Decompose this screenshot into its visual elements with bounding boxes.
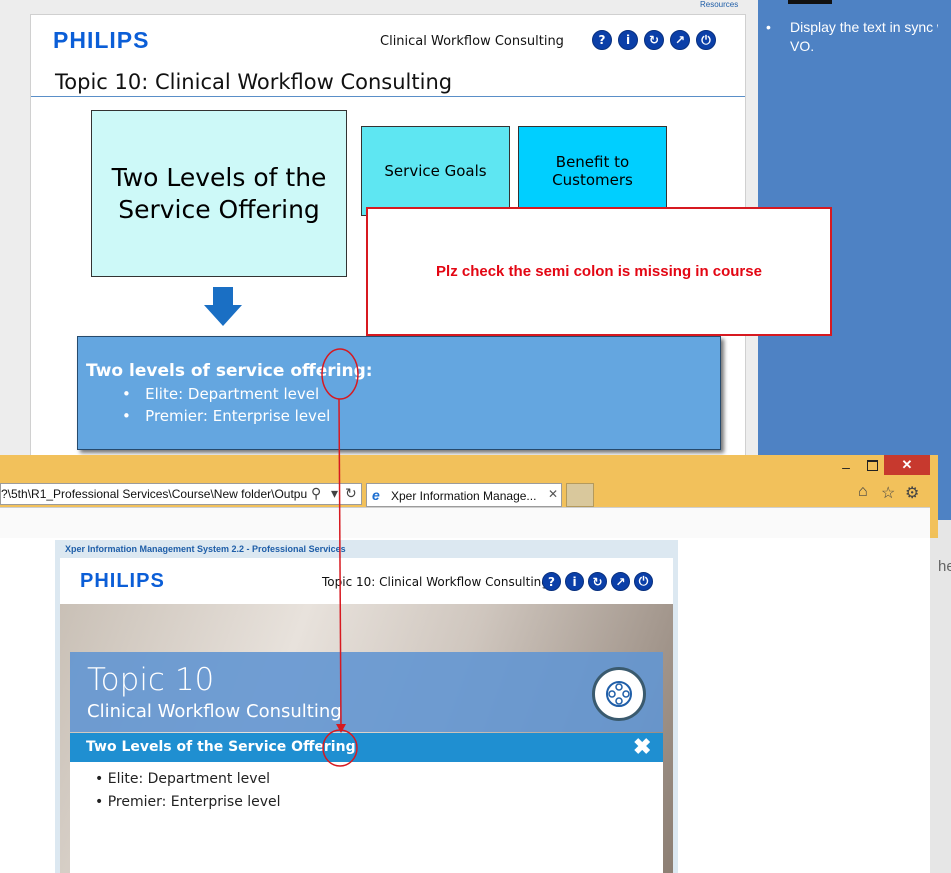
detail-item: • Elite: Department level: [122, 385, 320, 403]
benefit-box: Benefit to Customers: [518, 126, 667, 216]
dropdown-icon[interactable]: ▾: [331, 485, 338, 502]
replay-icon[interactable]: ↻: [644, 30, 664, 50]
power-icon[interactable]: ⏻: [634, 572, 653, 591]
new-tab-button[interactable]: [566, 483, 594, 507]
side-window-text: he: [938, 558, 951, 575]
notes-bullet: • Display the text in sync w VO.: [766, 19, 948, 54]
browser-tab[interactable]: e Xper Information Manage... ✕: [366, 483, 562, 507]
title-divider: [31, 96, 745, 97]
close-window-icon[interactable]: ✕: [884, 455, 930, 475]
replay-icon[interactable]: ↻: [588, 572, 607, 591]
service-goals-box: Service Goals: [361, 126, 510, 216]
hero-subtitle: Clinical Workflow Consulting: [87, 701, 342, 722]
header-course-title: Clinical Workflow Consulting: [380, 34, 564, 49]
minimize-icon[interactable]: –: [838, 459, 854, 475]
review-comment-text: Plz check the semi colon is missing in c…: [436, 263, 762, 280]
settings-gear-icon[interactable]: ⚙: [905, 483, 919, 503]
service-offering-box: Two Levels of the Service Offering: [91, 110, 347, 277]
command-bar: [0, 507, 930, 539]
film-reel-icon: [592, 667, 646, 721]
power-icon[interactable]: ⏻: [696, 30, 716, 50]
tab-title: Xper Information Manage...: [391, 489, 537, 503]
lesson-item: • Premier: Enterprise level: [95, 794, 281, 810]
ie-icon: e: [372, 487, 380, 503]
player-philips-logo: PHILIPS: [80, 570, 165, 592]
slide-title: Topic 10: Clinical Workflow Consulting: [55, 70, 453, 94]
home-icon[interactable]: ⌂: [858, 483, 868, 501]
hero-topic: Topic 10: [87, 662, 215, 698]
hero-title-panel: Topic 10 Clinical Workflow Consulting: [70, 652, 663, 732]
browser-titlebar: – ✕: [0, 455, 938, 485]
side-window: he: [938, 520, 951, 873]
compass-icon[interactable]: ↗: [670, 30, 690, 50]
close-lesson-icon[interactable]: ✖: [633, 734, 651, 760]
detail-item: • Premier: Enterprise level: [122, 407, 331, 425]
review-comment-box: Plz check the semi colon is missing in c…: [366, 207, 832, 336]
notes-panel-edge: [938, 0, 951, 520]
maximize-icon[interactable]: [864, 459, 880, 473]
lesson-item: • Elite: Department level: [95, 771, 271, 787]
lesson-body: • Elite: Department level • Premier: Ent…: [70, 762, 663, 873]
philips-logo: PHILIPS: [53, 27, 150, 53]
favorites-icon[interactable]: ☆: [881, 483, 895, 503]
close-tab-icon[interactable]: ✕: [548, 487, 558, 501]
resources-link[interactable]: Resources: [700, 0, 738, 9]
detail-heading: Two levels of service offering:: [86, 361, 373, 381]
course-player: Xper Information Management System 2.2 -…: [55, 540, 678, 873]
player-header: PHILIPS Topic 10: Clinical Workflow Cons…: [60, 558, 673, 604]
player-nav-icon-group: ? i ↻ ↗ ⏻: [542, 572, 653, 591]
down-arrow-icon: [204, 287, 242, 326]
lesson-title-bar: Two Levels of the Service Offering ✖: [70, 733, 663, 762]
refresh-icon[interactable]: ↻: [345, 485, 357, 502]
compass-icon[interactable]: ↗: [611, 572, 630, 591]
info-icon[interactable]: i: [565, 572, 584, 591]
notes-handle: [788, 0, 832, 4]
lesson-title: Two Levels of the Service Offering: [86, 739, 356, 755]
help-icon[interactable]: ?: [542, 572, 561, 591]
detail-box: Two levels of service offering: • Elite:…: [77, 336, 721, 450]
search-icon[interactable]: ⚲: [311, 485, 321, 502]
nav-icon-group: ? i ↻ ↗ ⏻: [592, 30, 716, 50]
address-bar[interactable]: ?\5th\R1_Professional Services\Course\Ne…: [0, 483, 362, 505]
system-title: Xper Information Management System 2.2 -…: [65, 544, 346, 554]
player-topic-title: Topic 10: Clinical Workflow Consulting: [322, 575, 549, 589]
browser-scrollbar[interactable]: [930, 538, 938, 873]
help-icon[interactable]: ?: [592, 30, 612, 50]
address-text: ?\5th\R1_Professional Services\Course\Ne…: [1, 487, 307, 501]
info-icon[interactable]: i: [618, 30, 638, 50]
